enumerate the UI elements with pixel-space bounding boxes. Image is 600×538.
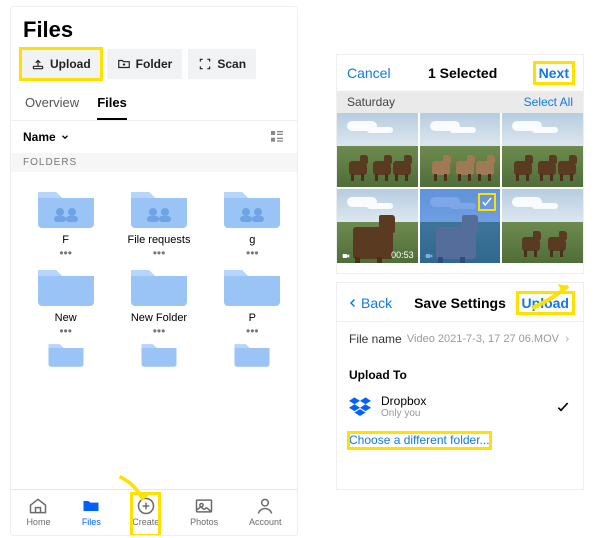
- back-label: Back: [361, 295, 392, 311]
- photo-thumbnail[interactable]: [420, 189, 501, 263]
- file-name-value: Video 2021-7-3, 17 27 06.MOV: [407, 333, 559, 345]
- folder-item[interactable]: [114, 338, 203, 368]
- folder-filled-icon: [81, 496, 101, 516]
- photo-thumbnail[interactable]: [502, 189, 583, 263]
- folder-name: New Folder: [131, 312, 187, 324]
- upload-confirm-button[interactable]: Upload: [518, 293, 573, 313]
- photo-thumbnail[interactable]: [337, 113, 418, 187]
- nav-account[interactable]: Account: [249, 494, 282, 535]
- chevron-left-icon: [347, 296, 359, 310]
- folder-item[interactable]: New Folder •••: [114, 260, 203, 334]
- sort-bar[interactable]: Name: [11, 121, 297, 153]
- destination-name: Dropbox: [381, 394, 426, 408]
- folder-menu-icon[interactable]: •••: [246, 250, 259, 256]
- nav-photos-label: Photos: [190, 517, 218, 527]
- folder-item[interactable]: F •••: [21, 182, 110, 256]
- photo-icon: [194, 496, 214, 516]
- new-folder-button-label: Folder: [136, 57, 173, 71]
- folder-menu-icon[interactable]: •••: [153, 328, 166, 334]
- photo-picker-screen: Cancel 1 Selected Next Saturday Select A…: [336, 54, 584, 274]
- upload-to-label: Upload To: [337, 356, 583, 388]
- tab-files[interactable]: Files: [97, 89, 127, 120]
- folder-item[interactable]: g •••: [208, 182, 297, 256]
- chevron-right-icon: [563, 334, 571, 344]
- folder-name: P: [249, 312, 256, 324]
- photo-thumbnail[interactable]: 00:53: [337, 189, 418, 263]
- view-toggle-icon[interactable]: [269, 129, 285, 145]
- bottom-nav: Home Files Create Photos Account: [11, 489, 297, 535]
- photo-thumbnail[interactable]: [420, 113, 501, 187]
- scan-button[interactable]: Scan: [188, 49, 256, 79]
- folder-menu-icon[interactable]: •••: [246, 328, 259, 334]
- selected-checkmark-icon: [478, 193, 496, 211]
- cancel-button[interactable]: Cancel: [347, 65, 391, 81]
- folder-name: g: [249, 234, 255, 246]
- upload-icon: [31, 57, 45, 71]
- nav-home-label: Home: [26, 517, 50, 527]
- choose-folder-link[interactable]: Choose a different folder...: [349, 433, 490, 448]
- next-button[interactable]: Next: [535, 63, 573, 83]
- folder-item[interactable]: [21, 338, 110, 368]
- video-indicator-icon: [341, 252, 351, 260]
- destination-row[interactable]: Dropbox Only you: [337, 388, 583, 427]
- nav-files-label: Files: [82, 517, 101, 527]
- chevron-down-icon: [60, 132, 70, 142]
- select-all-button[interactable]: Select All: [524, 95, 573, 109]
- nav-home[interactable]: Home: [26, 494, 50, 535]
- file-name-label: File name: [349, 332, 402, 346]
- back-button[interactable]: Back: [347, 295, 392, 311]
- home-icon: [28, 496, 48, 516]
- folder-grid: F•••File requests•••g•••New•••New Folder…: [11, 172, 298, 368]
- folder-menu-icon[interactable]: •••: [59, 250, 72, 256]
- save-settings-screen: Back Save Settings Upload File name Vide…: [336, 282, 584, 490]
- section-header-folders: FOLDERS: [11, 153, 297, 172]
- upload-button[interactable]: Upload: [21, 49, 101, 79]
- nav-create[interactable]: Create: [132, 494, 159, 535]
- account-icon: [255, 496, 275, 516]
- new-folder-button[interactable]: Folder: [107, 49, 183, 79]
- plus-circle-icon: [136, 496, 156, 516]
- nav-create-label: Create: [132, 517, 159, 527]
- action-row: Upload Folder Scan: [11, 49, 297, 89]
- nav-photos[interactable]: Photos: [190, 494, 218, 535]
- file-name-row[interactable]: File name Video 2021-7-3, 17 27 06.MOV: [337, 321, 583, 356]
- folder-item[interactable]: New •••: [21, 260, 110, 334]
- scan-icon: [198, 57, 212, 71]
- dropbox-icon: [349, 397, 371, 417]
- picker-top-bar: Cancel 1 Selected Next: [337, 55, 583, 91]
- scan-button-label: Scan: [217, 57, 246, 71]
- page-title: Files: [11, 7, 297, 49]
- picker-date-label: Saturday: [347, 95, 395, 109]
- video-duration: 00:53: [391, 250, 414, 260]
- video-indicator-icon: [424, 252, 434, 260]
- picker-title: 1 Selected: [428, 65, 497, 81]
- nav-files[interactable]: Files: [81, 494, 101, 535]
- folder-name: F: [62, 234, 69, 246]
- folder-item[interactable]: P •••: [208, 260, 297, 334]
- picker-subheader: Saturday Select All: [337, 91, 583, 113]
- folder-name: File requests: [128, 234, 191, 246]
- upload-button-label: Upload: [50, 57, 91, 71]
- folder-menu-icon[interactable]: •••: [59, 328, 72, 334]
- checkmark-icon: [555, 399, 571, 415]
- photo-thumbnail[interactable]: [502, 113, 583, 187]
- folder-item[interactable]: File requests •••: [114, 182, 203, 256]
- nav-account-label: Account: [249, 517, 282, 527]
- folder-item[interactable]: [208, 338, 297, 368]
- folder-plus-icon: [117, 57, 131, 71]
- destination-sub: Only you: [381, 408, 426, 419]
- files-app-screen: Files Upload Folder Scan Overview Files …: [10, 6, 298, 536]
- tab-overview[interactable]: Overview: [25, 89, 79, 120]
- view-tabs: Overview Files: [11, 89, 297, 121]
- sort-label: Name: [23, 130, 56, 144]
- save-top-bar: Back Save Settings Upload: [337, 283, 583, 321]
- folder-name: New: [55, 312, 77, 324]
- thumbnail-grid: 00:53: [337, 113, 583, 263]
- folder-menu-icon[interactable]: •••: [153, 250, 166, 256]
